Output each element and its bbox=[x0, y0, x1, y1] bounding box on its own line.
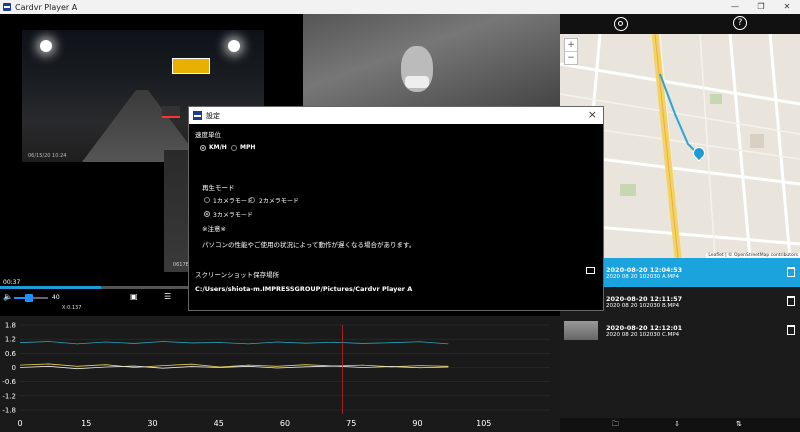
window-controls: — ❐ ✕ bbox=[722, 0, 800, 14]
radio-1cam[interactable] bbox=[204, 197, 210, 203]
driver-mask bbox=[405, 76, 429, 88]
rear-camera-view[interactable]: 0617E0 bbox=[164, 150, 192, 272]
window-titlebar: Cardvr Player A — ❐ ✕ bbox=[0, 0, 800, 14]
x-tick-label: 90 bbox=[412, 419, 422, 428]
road-sign bbox=[172, 58, 210, 74]
y-tick-label: -0.6 bbox=[2, 378, 16, 386]
y-tick-label: 0 bbox=[12, 364, 16, 372]
trash-icon[interactable] bbox=[787, 267, 795, 277]
window-title: Cardvr Player A bbox=[15, 2, 78, 12]
file-name: 2020 08 20 102030 B.MP4 bbox=[606, 302, 680, 309]
image-icon[interactable]: ▣ bbox=[130, 292, 138, 301]
x-tick-label: 30 bbox=[147, 419, 157, 428]
export-icon[interactable]: ⇩ bbox=[674, 420, 680, 428]
map-zoom-control: + − bbox=[564, 38, 578, 65]
y-tick-label: 0.6 bbox=[5, 350, 17, 358]
list-menu-icon[interactable]: ☰ bbox=[164, 292, 171, 301]
file-thumbnail bbox=[564, 321, 598, 340]
radio-3cam-label[interactable]: 3カメラモード bbox=[213, 210, 253, 219]
seek-bar-fill bbox=[0, 286, 101, 289]
folder-icon[interactable]: 🗀 bbox=[612, 420, 619, 431]
file-item[interactable]: 2020-08-20 12:12:01 2020 08 20 102030 C.… bbox=[560, 316, 800, 345]
x-tick-label: 0 bbox=[17, 419, 22, 428]
file-datetime: 2020-08-20 12:11:57 bbox=[606, 294, 683, 303]
radio-2cam-label[interactable]: 2カメラモード bbox=[259, 196, 299, 205]
screenshot-location-label: スクリーンショット保存場所 bbox=[195, 271, 280, 279]
y-tick-label: -1.2 bbox=[2, 392, 16, 400]
note-label: ※注意※ bbox=[202, 225, 226, 233]
help-icon[interactable]: ? bbox=[733, 16, 747, 30]
x-tick-label: 105 bbox=[476, 419, 491, 428]
panel-bottom-toolbar: 🗀 ⇩ ⇅ bbox=[560, 418, 800, 432]
radio-mph-label[interactable]: MPH bbox=[240, 144, 255, 151]
trash-icon[interactable] bbox=[787, 296, 795, 306]
map-zoom-out-button[interactable]: − bbox=[565, 52, 577, 64]
app-logo-icon bbox=[193, 111, 202, 120]
dialog-title: 設定 bbox=[206, 111, 220, 120]
current-time: 00:37 bbox=[3, 279, 21, 286]
y-tick-label: -1.8 bbox=[2, 407, 16, 415]
note-text: パソコンの性能やご使用の状況によって動作が遅くなる場合があります。 bbox=[202, 241, 416, 249]
settings-dialog: 設定 × 速度単位 KM/H MPH 再生モード 1カメラモード 2カメラモード… bbox=[188, 106, 604, 311]
volume-value: 40 bbox=[52, 294, 60, 301]
radio-1cam-label[interactable]: 1カメラモード bbox=[213, 196, 253, 205]
gear-icon[interactable] bbox=[614, 17, 628, 31]
dialog-close-button[interactable]: × bbox=[588, 108, 597, 121]
tunnel-light bbox=[228, 40, 240, 52]
folder-browse-icon[interactable] bbox=[586, 267, 595, 274]
app-logo-icon bbox=[3, 3, 11, 11]
close-window-button[interactable]: ✕ bbox=[774, 0, 800, 14]
radio-3cam[interactable] bbox=[204, 211, 210, 217]
gsensor-graph: 1.8 1.2 0.6 0 -0.6 -1.2 -1.8 0 15 30 45 60 75 90 105 bbox=[0, 316, 560, 432]
dialog-titlebar: 設定 × bbox=[189, 107, 603, 124]
x-tick-label: 45 bbox=[214, 419, 224, 428]
file-name: 2020 08 20 102030 A.MP4 bbox=[606, 273, 679, 280]
x-tick-label: 60 bbox=[280, 419, 290, 428]
panel-toolbar: ? bbox=[560, 14, 800, 34]
map-zoom-in-button[interactable]: + bbox=[565, 39, 577, 52]
radio-kmh[interactable] bbox=[200, 145, 206, 151]
trash-icon[interactable] bbox=[787, 325, 795, 335]
radio-mph[interactable] bbox=[231, 145, 237, 151]
sort-icon[interactable]: ⇅ bbox=[736, 420, 742, 428]
volume-slider[interactable] bbox=[14, 294, 48, 302]
car-ahead bbox=[162, 106, 180, 118]
radio-kmh-label[interactable]: KM/H bbox=[209, 144, 227, 151]
maximize-button[interactable]: ❐ bbox=[748, 0, 774, 14]
camera-timestamp: 06/15/20 10:24 bbox=[28, 153, 67, 159]
file-datetime: 2020-08-20 12:04:53 bbox=[606, 265, 683, 274]
x-tick-label: 75 bbox=[346, 419, 356, 428]
minimize-button[interactable]: — bbox=[722, 0, 748, 14]
gsensor-chart: 1.81.20.60-0.6-1.2-1.80 15 30 45 60 75 90 105 bbox=[2, 322, 550, 428]
file-name: 2020 08 20 102030 C.MP4 bbox=[606, 331, 680, 338]
speaker-icon[interactable]: 🔈 bbox=[3, 292, 13, 301]
y-tick-label: 1.8 bbox=[5, 322, 16, 330]
series-line bbox=[19, 341, 449, 345]
playback-mode-label: 再生モード bbox=[202, 184, 235, 192]
volume-handle[interactable] bbox=[25, 294, 34, 302]
tunnel-light bbox=[40, 40, 52, 52]
file-datetime: 2020-08-20 12:12:01 bbox=[606, 323, 683, 332]
screenshot-path: C:/Users/shiota-m.IMPRESSGROUP/Pictures/… bbox=[195, 285, 413, 293]
x-tick-label: 15 bbox=[81, 419, 91, 428]
radio-2cam[interactable] bbox=[249, 197, 255, 203]
interior-camera-view[interactable] bbox=[303, 14, 560, 108]
y-tick-label: 1.2 bbox=[5, 336, 16, 344]
speed-unit-label: 速度単位 bbox=[195, 131, 221, 139]
zoom-readout: X:0.137 bbox=[62, 305, 82, 311]
